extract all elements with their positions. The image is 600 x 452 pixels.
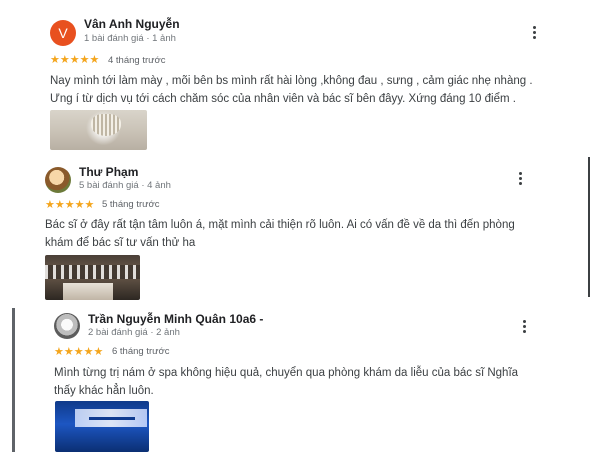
- star-rating: ★★★★★: [54, 346, 104, 358]
- review-card: Thư Phạm 5 bài đánh giá · 4 ảnh ★★★★★ 5 …: [0, 150, 600, 300]
- avatar-letter: V: [58, 25, 68, 41]
- avatar[interactable]: [54, 313, 80, 339]
- reviewer-meta: 5 bài đánh giá · 4 ảnh: [79, 180, 171, 191]
- reviewer-meta: 2 bài đánh giá · 2 ảnh: [88, 327, 180, 338]
- more-vert-icon: [518, 171, 522, 175]
- chandelier-image: [90, 114, 121, 136]
- more-vert-icon: [532, 25, 536, 29]
- review-date: 4 tháng trước: [108, 55, 166, 66]
- more-vert-icon-dot: [522, 324, 526, 328]
- star-rating: ★★★★★: [45, 199, 95, 211]
- more-options-button[interactable]: [527, 23, 541, 41]
- more-options-button[interactable]: [513, 169, 527, 187]
- reviewer-name[interactable]: Vân Anh Nguyễn: [84, 17, 180, 31]
- review-photo[interactable]: [55, 401, 149, 452]
- reviewer-meta: 1 bài đánh giá · 1 ảnh: [84, 33, 176, 44]
- more-vert-icon-dot: [522, 329, 526, 333]
- avatar[interactable]: [45, 167, 71, 193]
- review-card: Trần Nguyễn Minh Quân 10a6 - 2 bài đánh …: [0, 300, 600, 452]
- more-vert-icon-dot: [518, 181, 522, 185]
- review-text: Mình từng trị nám ở spa không hiệu quả, …: [54, 367, 519, 397]
- more-vert-icon-dot: [532, 30, 536, 34]
- review-photo[interactable]: [45, 255, 140, 300]
- review-text: Bác sĩ ở đây rất tận tâm luôn á, mặt mìn…: [45, 219, 515, 249]
- review-date: 6 tháng trước: [112, 346, 170, 357]
- review-card: V Vân Anh Nguyễn 1 bài đánh giá · 1 ảnh …: [0, 0, 600, 150]
- more-vert-icon-dot: [532, 35, 536, 39]
- reviewer-name[interactable]: Trần Nguyễn Minh Quân 10a6 -: [88, 312, 263, 326]
- clinic-sign-stripe: [89, 417, 135, 420]
- star-rating: ★★★★★: [50, 54, 100, 66]
- more-vert-icon: [522, 319, 526, 323]
- review-photo[interactable]: [50, 110, 147, 150]
- review-date: 5 tháng trước: [102, 199, 160, 210]
- entrance-image: [63, 283, 113, 300]
- ceiling-lights-image: [45, 265, 140, 279]
- review-text: Nay mình tới làm mày , mõi bên bs mình r…: [50, 75, 533, 105]
- more-options-button[interactable]: [517, 317, 531, 335]
- more-vert-icon-dot: [518, 176, 522, 180]
- avatar[interactable]: V: [50, 20, 76, 46]
- reviewer-name[interactable]: Thư Phạm: [79, 165, 138, 179]
